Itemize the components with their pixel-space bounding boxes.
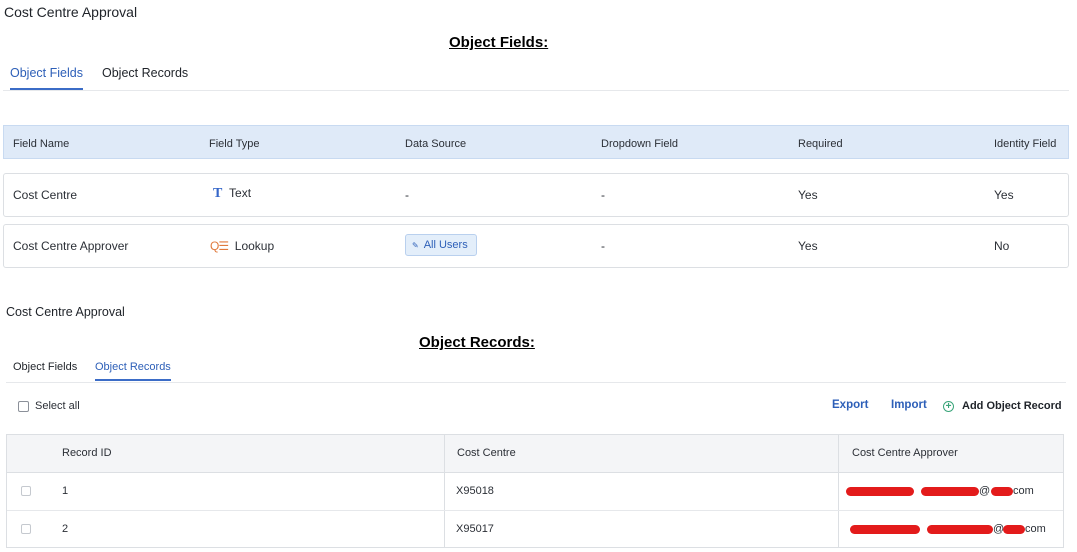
table-row[interactable]: 2 X95017 @ com — [7, 510, 1063, 548]
column-header-cost-centre-approver[interactable]: Cost Centre Approver — [852, 447, 958, 459]
field-type-label: Text — [229, 186, 252, 200]
column-header-data-source[interactable]: Data Source — [405, 138, 466, 150]
dropdown-field: - — [601, 239, 605, 253]
identity-field-value: Yes — [994, 188, 1014, 202]
section-heading-object-fields: Object Fields: — [449, 34, 549, 51]
column-header-required[interactable]: Required — [798, 138, 843, 150]
column-header-identity-field[interactable]: Identity Field — [994, 138, 1056, 150]
tab-object-fields[interactable]: Object Fields — [13, 361, 77, 379]
required-value: Yes — [798, 239, 818, 253]
field-row[interactable]: Cost Centre T Text - - Yes Yes — [3, 173, 1069, 217]
cost-centre-value: X95018 — [456, 485, 494, 497]
redaction-mark — [991, 487, 1013, 496]
approver-email-suffix: com — [1025, 523, 1046, 535]
dropdown-field: - — [601, 188, 605, 202]
data-source: - — [405, 188, 409, 202]
redaction-mark — [850, 525, 920, 534]
redaction-mark — [1003, 525, 1025, 534]
page-title: Cost Centre Approval — [6, 305, 125, 319]
tab-bar: Object Fields Object Records — [3, 60, 1069, 91]
text-icon: T — [213, 186, 223, 201]
column-header-cost-centre[interactable]: Cost Centre — [457, 447, 516, 459]
select-all[interactable]: Select all — [18, 400, 80, 412]
add-object-record-label: Add Object Record — [962, 400, 1062, 412]
row-checkbox[interactable] — [21, 486, 31, 496]
redaction-mark — [846, 487, 914, 496]
tab-object-records[interactable]: Object Records — [102, 66, 188, 88]
field-type: T Text — [213, 186, 251, 202]
field-row[interactable]: Cost Centre Approver Q☰ Lookup ✎ All Use… — [3, 224, 1069, 268]
data-source-chip-label: All Users — [423, 239, 468, 251]
page-title: Cost Centre Approval — [4, 4, 138, 20]
field-name: Cost Centre Approver — [13, 239, 129, 253]
records-table-header: Record ID Cost Centre Cost Centre Approv… — [7, 435, 1063, 473]
section-heading-object-records: Object Records: — [419, 334, 535, 351]
add-circle-icon: + — [943, 400, 954, 412]
fields-table-header: Field Name Field Type Data Source Dropdo… — [3, 125, 1069, 159]
required-value: Yes — [798, 188, 818, 202]
data-source-chip[interactable]: ✎ All Users — [405, 234, 477, 256]
approver-email-suffix: com — [1013, 485, 1034, 497]
tab-object-fields[interactable]: Object Fields — [10, 66, 83, 90]
field-type: Q☰ Lookup — [210, 239, 274, 253]
field-name: Cost Centre — [13, 188, 78, 202]
table-row[interactable]: 1 X95018 @ com — [7, 472, 1063, 511]
approver-email-at: @ — [979, 485, 991, 497]
tab-object-records[interactable]: Object Records — [95, 361, 171, 381]
redaction-mark — [921, 487, 979, 496]
identity-field-value: No — [994, 239, 1010, 253]
tab-bar: Object Fields Object Records — [6, 356, 1066, 383]
column-header-field-type[interactable]: Field Type — [209, 138, 260, 150]
edit-pencil-icon: ✎ — [412, 240, 419, 250]
select-all-label: Select all — [35, 400, 80, 412]
redaction-mark — [927, 525, 993, 534]
records-table: Record ID Cost Centre Cost Centre Approv… — [6, 434, 1064, 548]
lookup-icon: Q☰ — [210, 239, 229, 253]
row-checkbox[interactable] — [21, 524, 31, 534]
export-button[interactable]: Export — [832, 399, 868, 411]
column-header-field-name[interactable]: Field Name — [13, 138, 69, 150]
column-header-record-id[interactable]: Record ID — [62, 447, 112, 459]
import-button[interactable]: Import — [891, 399, 927, 411]
field-type-label: Lookup — [234, 239, 275, 253]
record-id: 1 — [62, 485, 69, 497]
select-all-checkbox[interactable] — [18, 400, 29, 412]
column-header-dropdown-field[interactable]: Dropdown Field — [601, 138, 678, 150]
add-object-record-button[interactable]: + Add Object Record — [943, 400, 1062, 412]
cost-centre-value: X95017 — [456, 523, 494, 535]
record-id: 2 — [62, 523, 69, 535]
